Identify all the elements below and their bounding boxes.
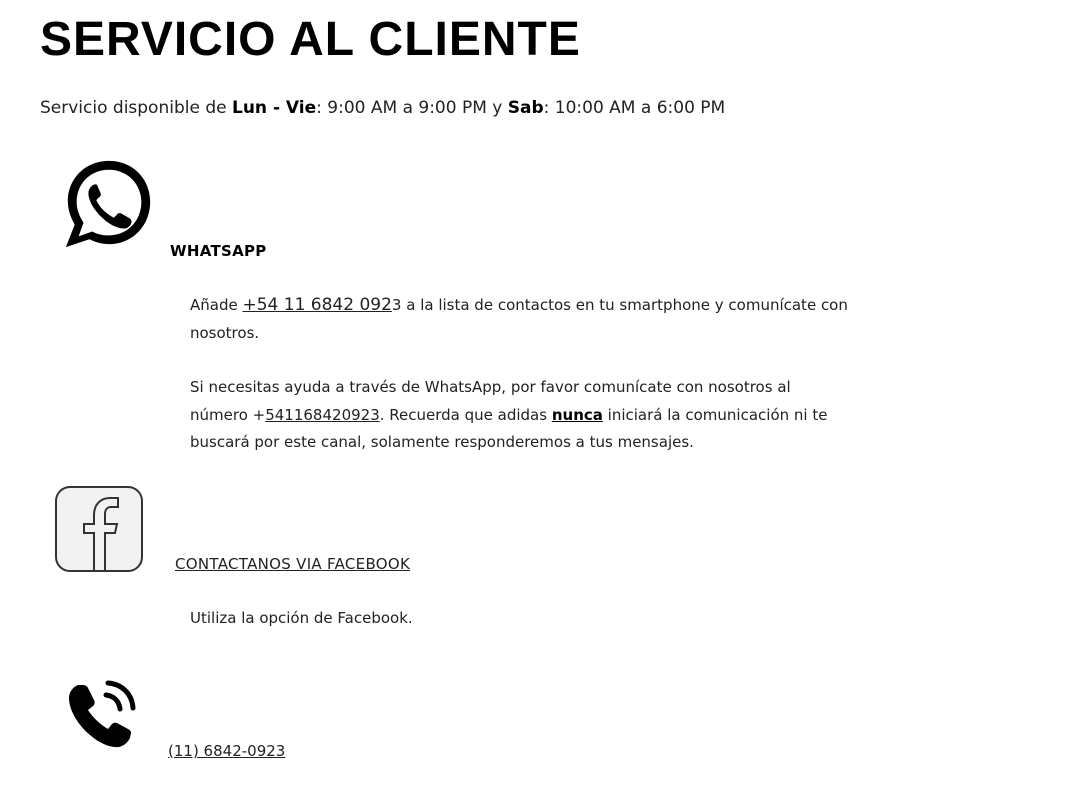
hours-saturday-label: Sab <box>507 98 544 118</box>
emphasis-nunca: nunca <box>551 405 603 424</box>
phone-number-link[interactable]: (11) 6842-0923 <box>168 741 285 761</box>
hours-weekday: : 9:00 AM a 9:00 PM y <box>316 98 508 118</box>
facebook-icon[interactable] <box>54 485 144 573</box>
facebook-contact-link[interactable]: CONTACTANOS VIA FACEBOOK <box>175 554 410 574</box>
facebook-text: Utiliza la opción de Facebook. <box>190 609 413 627</box>
whatsapp-number-link[interactable]: +54 11 6842 092 <box>242 295 391 315</box>
whatsapp-paragraph-1: Añade +54 11 6842 0923 a la lista de con… <box>190 292 850 347</box>
whatsapp-icon <box>60 155 158 253</box>
hours-saturday: : 10:00 AM a 6:00 PM <box>543 98 726 118</box>
whatsapp-p1-before: Añade <box>190 296 243 314</box>
whatsapp-title: WHATSAPP <box>170 242 267 260</box>
whatsapp-number-link-2[interactable]: 541168420923 <box>265 406 380 424</box>
service-hours: Servicio disponible de Lun - Vie: 9:00 A… <box>40 96 725 120</box>
whatsapp-paragraph-2: Si necesitas ayuda a través de WhatsApp,… <box>190 374 850 457</box>
whatsapp-p2-b: . Recuerda que adidas <box>379 405 552 424</box>
hours-prefix: Servicio disponible de <box>40 98 232 118</box>
phone-icon <box>64 675 139 750</box>
hours-weekday-label: Lun - Vie <box>232 98 317 118</box>
page-title: SERVICIO AL CLIENTE <box>40 13 581 66</box>
